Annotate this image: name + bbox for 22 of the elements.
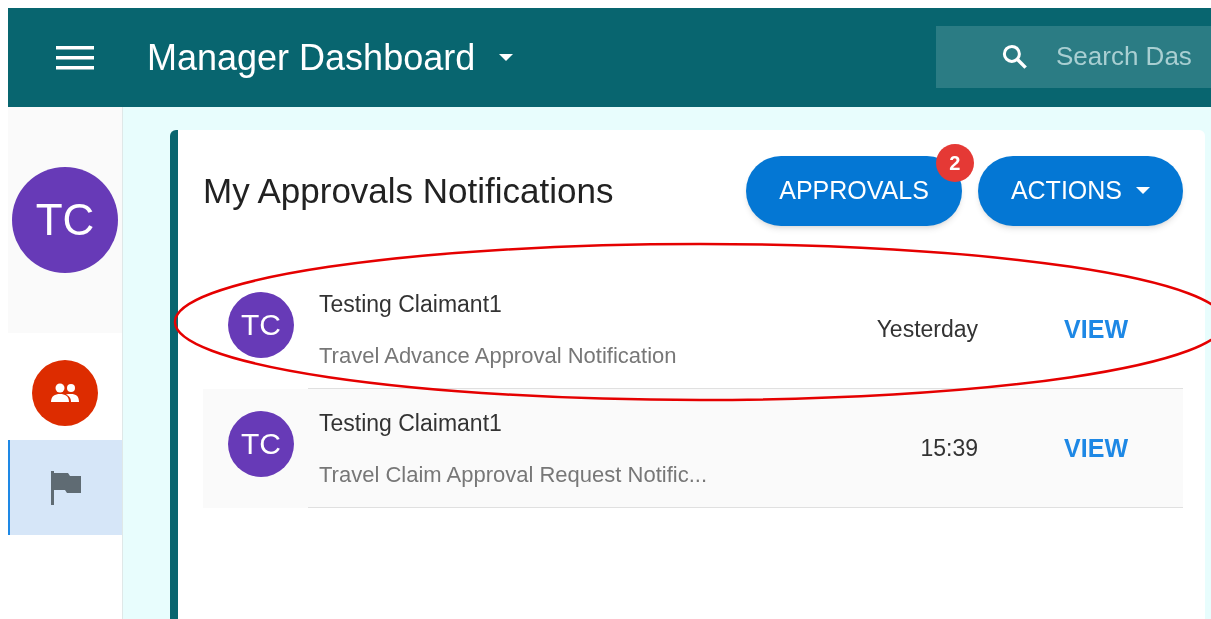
- notification-time: 15:39: [920, 434, 979, 464]
- view-link[interactable]: VIEW: [1064, 310, 1128, 349]
- caret-icon: [499, 53, 514, 62]
- count-badge: 2: [935, 144, 974, 182]
- user-avatar: TC: [12, 167, 118, 273]
- flag-icon: [50, 470, 82, 505]
- notification-subject: Travel Claim Approval Request Notific...: [319, 460, 708, 489]
- search-field[interactable]: Search Das: [936, 25, 1211, 88]
- notification-item[interactable]: TC Testing Claimant1 Travel Claim Approval Request Notific... 15:39 VIEW: [203, 389, 1183, 508]
- sender-name: Testing Claimant1: [319, 290, 503, 320]
- notification-time: Yesterday: [876, 315, 979, 345]
- view-link[interactable]: VIEW: [1064, 429, 1128, 468]
- dashboard-selector[interactable]: Manager Dashboard: [147, 30, 514, 85]
- sender-avatar: TC: [228, 410, 294, 477]
- card-title: My Approvals Notifications: [203, 169, 614, 212]
- menu-icon: [56, 44, 94, 71]
- sender-avatar: TC: [228, 291, 294, 358]
- sender-name: Testing Claimant1: [319, 409, 503, 439]
- caret-icon: [1136, 187, 1150, 195]
- sidebar-item[interactable]: [8, 440, 122, 535]
- notification-subject: Travel Advance Approval Notification: [319, 341, 678, 370]
- actions-dropdown[interactable]: ACTIONS: [977, 156, 1183, 226]
